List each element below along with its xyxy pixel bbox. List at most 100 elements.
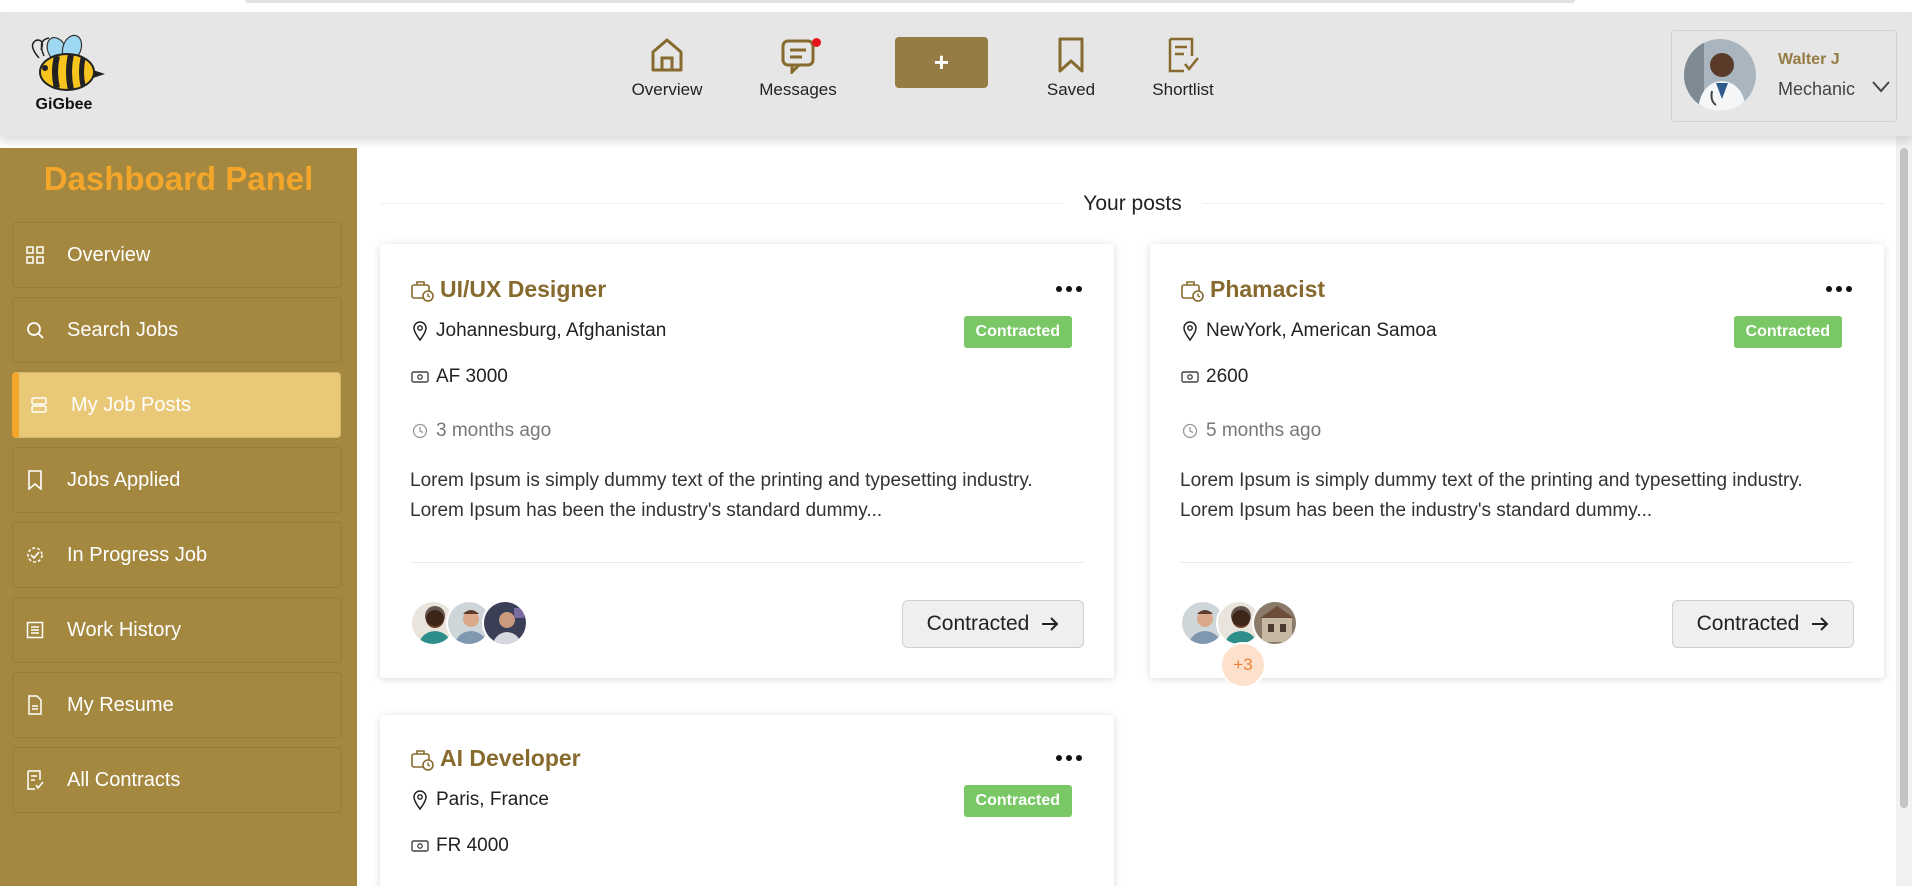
profile-menu[interactable]: Walter J Mechanic	[1671, 30, 1897, 122]
job-post-card[interactable]: AI Developer Contracted Paris, France FR…	[380, 715, 1114, 886]
job-posted-time: 3 months ago	[410, 420, 551, 442]
sidebar-item-in-progress-job[interactable]: In Progress Job	[12, 522, 342, 588]
nav-messages[interactable]: Messages	[755, 30, 841, 100]
job-salary-text: FR 4000	[436, 835, 509, 856]
job-salary-text: 2600	[1206, 366, 1249, 387]
sidebar-item-my-resume[interactable]: My Resume	[12, 672, 342, 738]
location-pin-icon	[1183, 321, 1197, 341]
add-post-button[interactable]: +	[895, 37, 988, 88]
nav-saved-label: Saved	[1046, 80, 1096, 99]
location-pin-icon	[413, 790, 427, 810]
job-salary: AF 3000	[410, 366, 508, 388]
sidebar-item-search-jobs[interactable]: Search Jobs	[12, 297, 342, 363]
briefcase-clock-icon	[1181, 280, 1204, 302]
profile-name: Walter J	[1778, 51, 1840, 68]
profile-role: Mechanic	[1778, 79, 1856, 99]
job-salary-text: AF 3000	[436, 366, 508, 387]
sidebar-item-label: All Contracts	[67, 768, 181, 791]
money-icon	[411, 371, 429, 383]
job-location: NewYork, American Samoa	[1180, 320, 1437, 342]
job-posted-time-text: 5 months ago	[1206, 420, 1322, 441]
arrow-right-icon	[1812, 617, 1829, 631]
job-location: Paris, France	[410, 789, 549, 811]
progress-icon	[27, 547, 43, 563]
nav-saved[interactable]: Saved	[1040, 30, 1102, 100]
nav-shortlist-label: Shortlist	[1152, 80, 1214, 99]
more-options-icon[interactable]	[1056, 286, 1082, 292]
money-icon	[411, 840, 429, 852]
nav-overview[interactable]: Overview	[628, 30, 706, 100]
sidebar-item-label: My Job Posts	[71, 393, 192, 416]
briefcase-clock-icon	[411, 280, 434, 302]
bookmark-icon	[1058, 37, 1084, 73]
nav-shortlist[interactable]: Shortlist	[1148, 30, 1218, 100]
avatar	[1252, 600, 1298, 646]
arrow-right-icon	[1042, 617, 1059, 631]
bee-logo-icon	[31, 34, 105, 91]
home-icon	[651, 38, 683, 72]
page-title-text: Your posts	[1063, 192, 1202, 215]
sidebar-item-work-history[interactable]: Work History	[12, 597, 342, 663]
sidebar-item-label: Jobs Applied	[67, 468, 181, 491]
job-location-text: Johannesburg, Afghanistan	[436, 320, 667, 341]
avatar	[482, 600, 528, 646]
job-description: Lorem Ipsum is simply dummy text of the …	[1180, 470, 1803, 521]
logo[interactable]: GiGbee	[16, 30, 112, 114]
scrollbar-thumb[interactable]	[1900, 148, 1908, 808]
scrollbar[interactable]	[1896, 136, 1912, 886]
status-badge: Contracted	[963, 316, 1072, 348]
list-icon	[26, 621, 44, 639]
contracted-button[interactable]: Contracted	[902, 600, 1084, 648]
stack-icon	[31, 397, 47, 413]
location-pin-icon	[413, 321, 427, 341]
brand-name: GiGbee	[35, 96, 93, 113]
job-salary: 2600	[1180, 366, 1248, 388]
job-post-card[interactable]: Phamacist Contracted NewYork, American S…	[1150, 244, 1884, 688]
bookmark-list-icon	[28, 470, 42, 490]
sidebar-item-label: In Progress Job	[67, 543, 208, 566]
sidebar-item-label: Search Jobs	[67, 318, 179, 341]
contracted-button-label: Contracted	[926, 612, 1030, 635]
status-badge: Contracted	[963, 785, 1072, 817]
notification-dot	[812, 38, 821, 47]
message-icon	[781, 39, 815, 74]
page-title: Your posts	[380, 192, 1885, 216]
clock-icon	[412, 423, 428, 439]
more-options-icon[interactable]	[1056, 755, 1082, 761]
status-badge: Contracted	[1733, 316, 1842, 348]
avatar	[1684, 39, 1756, 111]
job-title: Phamacist	[1180, 276, 1325, 303]
nav-overview-label: Overview	[631, 80, 703, 99]
sidebar-item-jobs-applied[interactable]: Jobs Applied	[12, 447, 342, 513]
sidebar-item-my-job-posts[interactable]: My Job Posts	[12, 372, 341, 438]
applicant-avatars[interactable]: +3	[1180, 600, 1298, 688]
sidebar-title: Dashboard Panel	[43, 160, 314, 197]
contract-icon	[27, 770, 44, 790]
applicant-avatars[interactable]	[410, 600, 528, 646]
sidebar-item-label: Work History	[67, 618, 182, 641]
sidebar-item-overview[interactable]: Overview	[12, 222, 342, 288]
search-bar-edge	[245, 0, 1575, 3]
sidebar-item-label: My Resume	[67, 693, 174, 716]
job-location-text: NewYork, American Samoa	[1206, 320, 1437, 341]
more-applicants-badge[interactable]: +3	[1220, 642, 1266, 688]
chevron-down-icon	[1872, 81, 1890, 93]
browser-top-strip	[0, 0, 1912, 12]
job-title-text: UI/UX Designer	[440, 276, 607, 302]
job-posted-time-text: 3 months ago	[436, 420, 552, 441]
sidebar-item-label: Overview	[67, 243, 151, 266]
job-title: UI/UX Designer	[410, 276, 606, 303]
money-icon	[1181, 371, 1199, 383]
top-header: GiGbee Overview Messages + Saved Shortli…	[0, 12, 1912, 136]
more-options-icon[interactable]	[1826, 286, 1852, 292]
contracted-button[interactable]: Contracted	[1672, 600, 1854, 648]
job-location-text: Paris, France	[436, 789, 549, 810]
card-divider	[1180, 562, 1854, 563]
job-post-card[interactable]: UI/UX Designer Contracted Johannesburg, …	[380, 244, 1114, 678]
job-description: Lorem Ipsum is simply dummy text of the …	[410, 470, 1033, 521]
clock-icon	[1182, 423, 1198, 439]
search-icon	[27, 322, 44, 339]
job-title-text: Phamacist	[1210, 276, 1326, 302]
grid-icon	[26, 246, 44, 264]
sidebar-item-all-contracts[interactable]: All Contracts	[12, 747, 342, 813]
